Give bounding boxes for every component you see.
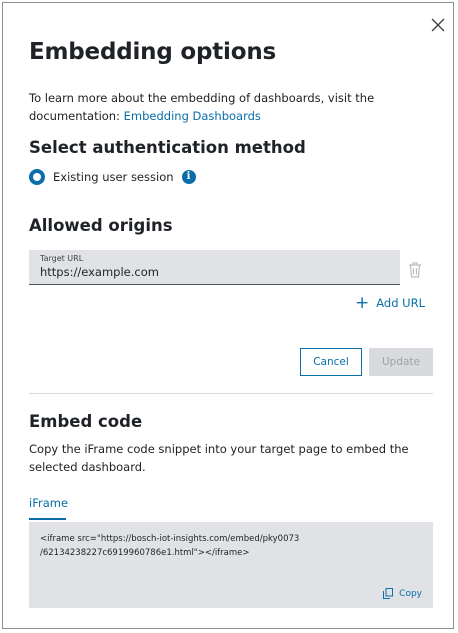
- code-snippet-box: <iframe src="https://bosch-iot-insights.…: [29, 522, 433, 608]
- embed-description: Copy the iFrame code snippet into your t…: [29, 442, 409, 474]
- auth-option-row: Existing user session i: [29, 169, 196, 185]
- add-url-label: Add URL: [376, 296, 425, 310]
- tab-active-indicator: [29, 518, 66, 520]
- target-url-value[interactable]: https://example.com: [40, 265, 159, 279]
- info-icon[interactable]: i: [181, 170, 196, 184]
- copy-label: Copy: [399, 588, 422, 599]
- intro-text: To learn more about the embedding of das…: [29, 89, 409, 125]
- target-url-label: Target URL: [40, 254, 84, 263]
- update-button: Update: [369, 348, 433, 376]
- dialog-title: Embedding options: [29, 39, 277, 65]
- code-snippet[interactable]: <iframe src="https://bosch-iot-insights.…: [40, 532, 299, 560]
- plus-icon: +: [355, 293, 370, 313]
- add-url-button[interactable]: + Add URL: [355, 293, 425, 313]
- embedding-dashboards-link[interactable]: Embedding Dashboards: [124, 109, 261, 123]
- tab-iframe[interactable]: iFrame: [29, 496, 68, 510]
- section-divider: [29, 393, 433, 394]
- trash-icon[interactable]: [408, 262, 422, 278]
- existing-session-radio[interactable]: [29, 169, 45, 185]
- code-line-2: /62134238227c6919960786e1.html"></iframe…: [40, 548, 250, 558]
- embedding-options-dialog: Embedding options To learn more about th…: [2, 2, 454, 629]
- auth-method-heading: Select authentication method: [29, 138, 306, 157]
- copy-icon: [383, 588, 394, 599]
- cancel-button[interactable]: Cancel: [300, 348, 362, 376]
- close-icon[interactable]: [431, 18, 445, 32]
- embed-code-heading: Embed code: [29, 412, 143, 431]
- existing-session-label[interactable]: Existing user session: [53, 170, 174, 184]
- allowed-origins-heading: Allowed origins: [29, 216, 173, 235]
- code-line-1: <iframe src="https://bosch-iot-insights.…: [40, 534, 300, 544]
- target-url-input[interactable]: Target URL https://example.com: [29, 250, 400, 285]
- copy-button[interactable]: Copy: [383, 588, 422, 599]
